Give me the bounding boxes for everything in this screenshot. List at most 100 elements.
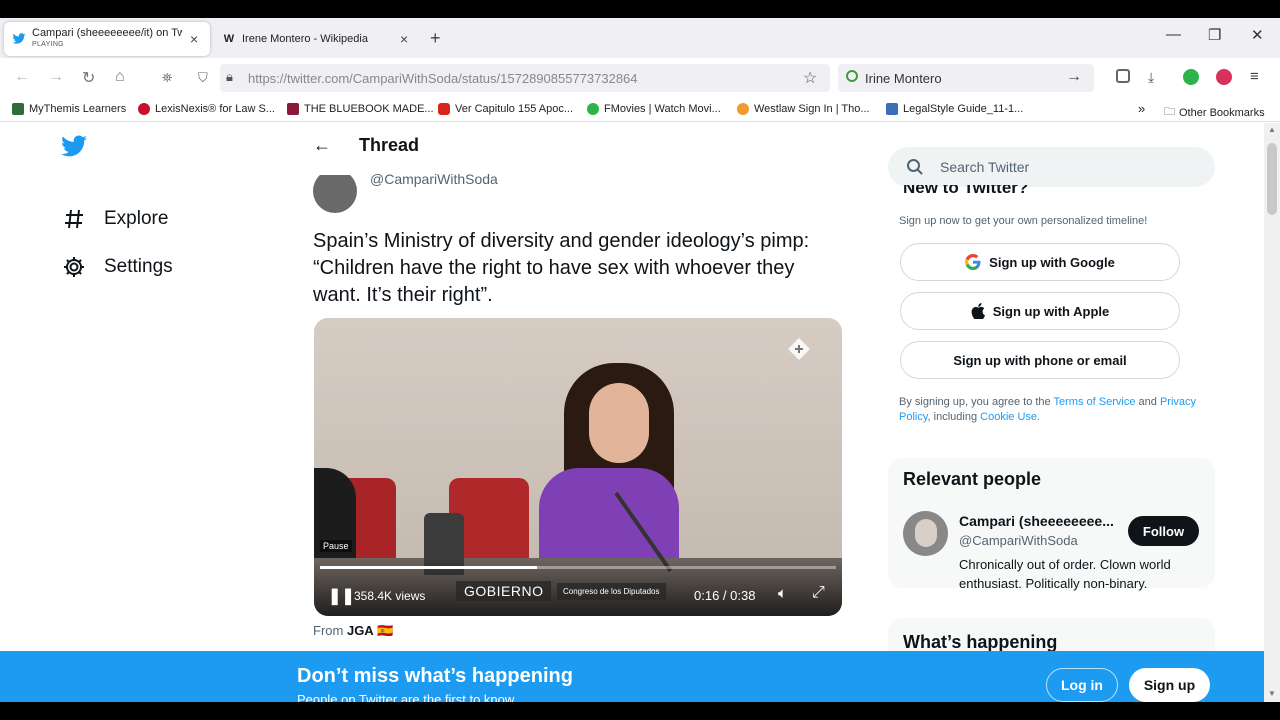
- video-lower-third: GOBIERNO: [456, 581, 552, 601]
- search-icon: [906, 158, 924, 181]
- author-avatar[interactable]: [313, 169, 357, 213]
- relevant-handle[interactable]: @CampariWithSoda: [959, 533, 1078, 548]
- new-to-twitter-heading: New to Twitter?: [903, 185, 1029, 197]
- close-tab-icon[interactable]: ×: [190, 31, 198, 47]
- extension-profile-icon[interactable]: [1216, 69, 1232, 85]
- search-bar[interactable]: Irine Montero →: [838, 64, 1094, 92]
- go-arrow-icon[interactable]: →: [1066, 68, 1082, 86]
- bookmark-label: MyThemis Learners: [29, 103, 127, 115]
- signup-apple-button[interactable]: Sign up with Apple: [900, 292, 1180, 330]
- twitter-bird-icon: [12, 32, 26, 46]
- bookmark-item[interactable]: FMovies | Watch Movi...: [587, 103, 721, 115]
- whats-happening-heading: What’s happening: [903, 632, 1058, 652]
- video-views: 358.4K views: [354, 589, 426, 603]
- bookmark-label: FMovies | Watch Movi...: [604, 103, 721, 115]
- minimize-icon[interactable]: —: [1166, 26, 1181, 43]
- search-bar-value[interactable]: Irine Montero: [865, 71, 942, 86]
- page-scrollbar[interactable]: ▲ ▼: [1264, 123, 1280, 702]
- tab-title: Irene Montero - Wikipedia: [242, 33, 368, 45]
- nav-bar: ← → ↻ ⌂ ⛯ ⛉ 🔒︎ https://twitter.com/Campa…: [0, 58, 1280, 98]
- restore-icon[interactable]: ❐: [1208, 26, 1221, 44]
- signup-google-button[interactable]: Sign up with Google: [900, 243, 1180, 281]
- cookie-use-link[interactable]: Cookie Use.: [980, 411, 1040, 423]
- tab-twitter[interactable]: Campari (sheeeeeeee/it) on Tw PLAYING ×: [4, 22, 210, 56]
- expand-icon[interactable]: [786, 336, 812, 362]
- signup-phone-button[interactable]: Sign up with phone or email: [900, 341, 1180, 379]
- thread-title: Thread: [359, 135, 420, 155]
- relevant-avatar[interactable]: [903, 511, 948, 556]
- address-bar[interactable]: ⛉ 🔒︎ https://twitter.com/CampariWithSoda…: [198, 64, 830, 92]
- forward-icon[interactable]: →: [48, 68, 64, 86]
- back-arrow-icon[interactable]: ←: [313, 135, 331, 156]
- google-g-icon: [965, 254, 981, 270]
- download-icon[interactable]: ⤓: [1148, 69, 1154, 86]
- bookmark-item[interactable]: MyThemis Learners: [12, 103, 126, 115]
- signup-button[interactable]: Sign up: [1129, 668, 1210, 702]
- login-banner: Don’t miss what’s happening People on Tw…: [0, 651, 1264, 702]
- login-button[interactable]: Log in: [1046, 668, 1118, 702]
- bookmark-label: Westlaw Sign In | Tho...: [754, 103, 870, 115]
- menu-icon[interactable]: ≡: [1250, 68, 1259, 85]
- twitter-search-input[interactable]: Search Twitter: [888, 147, 1215, 187]
- more-bookmarks-icon[interactable]: »: [1138, 101, 1145, 116]
- bookmark-label: THE BLUEBOOK MADE...: [304, 103, 434, 115]
- bookmark-favicon-icon: [438, 103, 450, 115]
- bookmark-item[interactable]: LegalStyle Guide_11-1...: [886, 103, 1023, 115]
- tab-title: Campari (sheeeeeeee/it) on Tw: [32, 28, 182, 39]
- search-placeholder: Search Twitter: [940, 159, 1030, 175]
- url-text[interactable]: https://twitter.com/CampariWithSoda/stat…: [248, 71, 638, 86]
- close-window-icon[interactable]: ✕: [1251, 26, 1264, 44]
- bookmark-star-icon[interactable]: ☆: [803, 68, 817, 88]
- bookmark-label: Ver Capitulo 155 Apoc...: [455, 103, 574, 115]
- pocket-icon[interactable]: ⛯: [162, 70, 172, 86]
- twitter-logo-icon[interactable]: [60, 135, 88, 164]
- bookmark-label: LegalStyle Guide_11-1...: [903, 103, 1024, 115]
- from-name[interactable]: JGA: [347, 623, 374, 638]
- author-handle[interactable]: @CampariWithSoda: [370, 171, 498, 187]
- tab-wikipedia[interactable]: W Irene Montero - Wikipedia ×: [214, 22, 420, 56]
- lock-icon[interactable]: 🔒︎: [226, 69, 233, 85]
- video-progress-bar[interactable]: [320, 566, 836, 569]
- nav-explore[interactable]: Explore: [60, 208, 168, 230]
- video-player[interactable]: Pause ❚❚ 358.4K views GOBIERNO Congreso …: [314, 318, 842, 616]
- nav-settings[interactable]: Settings: [60, 255, 173, 279]
- new-tab-icon[interactable]: +: [430, 28, 441, 49]
- thread-header: ← Thread: [313, 135, 419, 156]
- tab-strip: Campari (sheeeeeeee/it) on Tw PLAYING × …: [0, 18, 1280, 58]
- nav-explore-label: Explore: [104, 208, 169, 229]
- back-icon[interactable]: ←: [14, 68, 30, 86]
- browser-window: Campari (sheeeeeeee/it) on Tw PLAYING × …: [0, 18, 1280, 702]
- pocket-save-icon[interactable]: [1116, 69, 1130, 83]
- hash-icon: [60, 208, 88, 230]
- banner-headline: Don’t miss what’s happening: [297, 665, 573, 687]
- extension-green-icon[interactable]: [1183, 69, 1199, 85]
- bookmark-item[interactable]: LexisNexis® for Law S...: [138, 103, 275, 115]
- nav-settings-label: Settings: [104, 256, 173, 277]
- fullscreen-icon[interactable]: ⤢: [812, 584, 825, 602]
- signup-subtitle: Sign up now to get your own personalized…: [899, 215, 1148, 227]
- video-source: From JGA 🇪🇸: [313, 623, 394, 639]
- relevant-bio: Chronically out of order. Clown world en…: [959, 557, 1171, 591]
- bookmark-item[interactable]: Ver Capitulo 155 Apoc...: [438, 103, 573, 115]
- relevant-name[interactable]: Campari (sheeeeeeee...: [959, 513, 1119, 529]
- volume-icon[interactable]: 🔈︎: [778, 585, 787, 602]
- terms-of-service-link[interactable]: Terms of Service: [1054, 396, 1136, 408]
- shield-icon[interactable]: ⛉: [198, 70, 208, 86]
- scroll-up-icon[interactable]: ▲: [1268, 125, 1276, 134]
- close-tab-icon[interactable]: ×: [400, 31, 408, 47]
- video-speaker-face: [589, 383, 649, 463]
- signup-apple-label: Sign up with Apple: [992, 303, 1110, 319]
- reload-icon[interactable]: ↻: [82, 68, 95, 88]
- scroll-down-icon[interactable]: ▼: [1268, 689, 1276, 698]
- header-mask: [300, 161, 360, 175]
- bookmark-favicon-icon: [737, 103, 749, 115]
- terms-including: , including: [927, 411, 978, 423]
- follow-button[interactable]: Follow: [1128, 516, 1199, 546]
- bookmark-item[interactable]: THE BLUEBOOK MADE...: [287, 103, 434, 115]
- other-bookmarks[interactable]: 🗀 Other Bookmarks: [1164, 103, 1265, 122]
- home-icon[interactable]: ⌂: [115, 68, 125, 86]
- pause-icon[interactable]: ❚❚: [328, 586, 355, 606]
- bookmarks-bar: MyThemis Learners LexisNexis® for Law S.…: [0, 98, 1280, 122]
- scrollbar-thumb[interactable]: [1267, 143, 1277, 215]
- bookmark-item[interactable]: Westlaw Sign In | Tho...: [737, 103, 870, 115]
